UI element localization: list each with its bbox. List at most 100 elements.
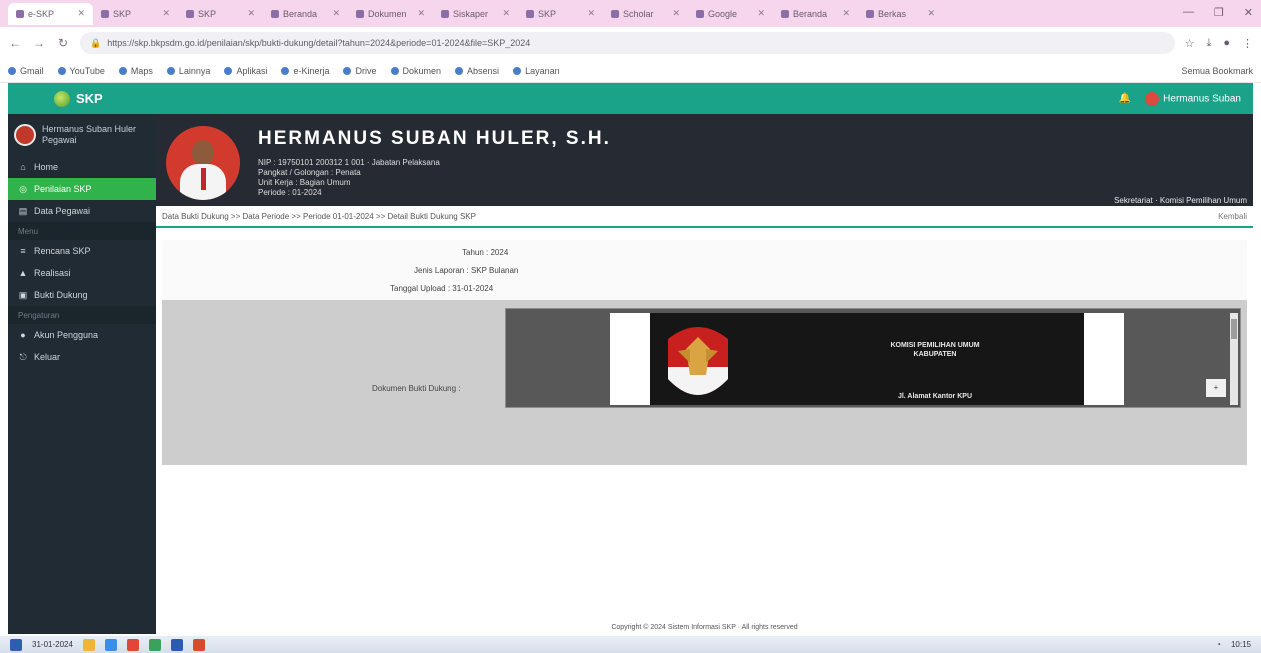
browser-tab[interactable]: e-SKP ✕ [8,2,93,25]
sidebar-user-panel: Hermanus Suban Huler Pegawai [8,114,156,156]
chrome-icon[interactable] [126,638,139,651]
menu-icon[interactable]: ⋮ [1242,37,1253,50]
bookmark-icon [513,66,522,75]
detail-info: Tahun : 2024 Jenis Laporan : SKP Bulanan… [162,240,1247,300]
header-user-menu[interactable]: Hermanus Suban [1145,91,1241,106]
profile-office: Sekretariat · Komisi Pemilihan Umum [1114,196,1247,205]
start-icon[interactable] [10,638,22,651]
browser-tab[interactable]: Google ✕ [688,3,773,25]
close-tab-icon[interactable]: ✕ [77,8,85,19]
edge-icon[interactable] [104,638,117,651]
garuda-emblem-icon [668,327,728,395]
tab-favicon-icon [16,9,24,18]
window-controls: — ❐ ✕ [1183,6,1253,19]
back-icon[interactable]: ← [8,36,22,50]
browser-tab[interactable]: Dokumen ✕ [348,3,433,25]
profile-banner: HERMANUS SUBAN HULER, S.H. NIP : 1975010… [156,114,1253,206]
sidebar-item-keluar[interactable]: ⎋ Keluar [8,346,156,368]
bookmark-item[interactable]: Gmail [8,66,44,76]
all-bookmarks[interactable]: Semua Bookmark [1181,66,1253,76]
sidebar-user-role: Pegawai [42,135,77,145]
taskbar-clock[interactable]: 10:15 [1231,640,1251,649]
sidebar-avatar [14,124,36,146]
header-user-name: Hermanus Suban [1163,93,1241,105]
sidebar-item-penilaian[interactable]: ◎ Penilaian SKP [8,178,156,200]
close-tab-icon[interactable]: ✕ [162,8,170,19]
url-input[interactable]: 🔒 https://skp.bkpsdm.go.id/penilaian/skp… [80,32,1175,54]
tab-favicon-icon [186,9,194,18]
info-row: Jenis Laporan : SKP Bulanan [414,266,519,275]
close-tab-icon[interactable]: ✕ [332,8,340,19]
close-window-icon[interactable]: ✕ [1244,6,1253,19]
powerpoint-icon[interactable] [192,638,205,651]
bookmark-star-icon[interactable]: ☆ [1185,37,1195,50]
sidebar-item-bukti-dukung[interactable]: ▣ Bukti Dukung [8,284,156,306]
sidebar-item-home[interactable]: ⌂ Home [8,156,156,178]
browser-tab[interactable]: SKP ✕ [93,3,178,25]
bookmark-item[interactable]: e-Kinerja [281,66,329,76]
list-icon: ▤ [18,205,28,216]
bookmark-icon [8,66,16,75]
menu-lines-icon: ≡ [20,246,26,256]
reload-icon[interactable]: ↻ [56,36,70,50]
bookmark-icon [455,66,464,75]
browser-tab[interactable]: SKP ✕ [178,3,263,25]
logout-icon: ⎋ [19,351,27,362]
pdf-scrollbar[interactable] [1230,313,1238,405]
word-icon[interactable] [170,638,183,651]
breadcrumb-path[interactable]: Data Bukti Dukung >> Data Periode >> Per… [162,212,476,221]
notification-bell-icon[interactable]: 🔔 [1119,93,1131,104]
excel-icon[interactable] [148,638,161,651]
sidebar-item-akun[interactable]: ● Akun Pengguna [8,324,156,346]
browser-tab[interactable]: SKP ✕ [518,3,603,25]
bookmark-item[interactable]: Lainnya [166,66,210,76]
bookmark-item[interactable]: YouTube [57,66,105,76]
app-brand-name: SKP [76,91,103,106]
download-icon[interactable]: ⤓ [1206,37,1211,50]
bookmark-item[interactable]: Drive [343,66,377,76]
minimize-icon[interactable]: — [1183,6,1194,19]
bookmark-item[interactable]: Dokumen [390,66,441,76]
close-tab-icon[interactable]: ✕ [502,8,510,19]
bookmark-item[interactable]: Maps [118,66,153,76]
browser-tab[interactable]: Scholar ✕ [603,3,688,25]
bookmark-item[interactable]: Aplikasi [224,66,267,76]
network-icon[interactable]: ◔ [1216,640,1221,649]
browser-tab[interactable]: Berkas ✕ [858,3,943,25]
browser-tab[interactable]: Beranda ✕ [773,3,858,25]
back-link[interactable]: Kembali [1218,212,1247,221]
tab-favicon-icon [781,9,789,18]
bookmark-icon [224,66,233,75]
pdf-page: KOMISI PEMILIHAN UMUM KABUPATEN Jl. Alam… [650,313,1084,405]
app-brand[interactable]: SKP [20,90,103,107]
maximize-icon[interactable]: ❐ [1214,6,1224,19]
bookmarks-bar: Gmail YouTube Maps Lainnya Aplikasi e-Ki… [0,59,1261,83]
app-logo-icon [54,90,70,107]
forward-icon[interactable]: → [32,36,46,50]
sidebar-item-rencana[interactable]: ≡ Rencana SKP [8,240,156,262]
folder-icon[interactable] [82,638,95,651]
bookmark-item[interactable]: Layanan [513,66,560,76]
address-bar-actions: ☆ ⤓ ● ⋮ [1185,37,1253,50]
app-header: SKP 🔔 Hermanus Suban [8,83,1253,114]
sidebar-item-realisasi[interactable]: ▲ Realisasi [8,262,156,284]
bookmark-icon [118,66,127,75]
document-icon: ▣ [18,289,28,300]
close-tab-icon[interactable]: ✕ [417,8,425,19]
close-tab-icon[interactable]: ✕ [842,8,850,19]
pdf-viewer[interactable]: KOMISI PEMILIHAN UMUM KABUPATEN Jl. Alam… [505,308,1241,408]
close-tab-icon[interactable]: ✕ [757,8,765,19]
close-tab-icon[interactable]: ✕ [247,8,255,19]
browser-tab[interactable]: Beranda ✕ [263,3,348,25]
close-tab-icon[interactable]: ✕ [587,8,595,19]
bookmark-item[interactable]: Absensi [455,66,499,76]
document-title: KOMISI PEMILIHAN UMUM KABUPATEN [890,342,980,358]
sidebar-item-data-pegawai[interactable]: ▤ Data Pegawai [8,200,156,222]
pdf-zoom-button[interactable]: + [1206,379,1226,397]
browser-tab[interactable]: Siskaper ✕ [433,3,518,25]
profile-icon[interactable]: ● [1223,37,1230,50]
bookmark-icon [57,66,66,75]
close-tab-icon[interactable]: ✕ [927,8,935,19]
info-row: Tanggal Upload : 31-01-2024 [390,284,494,293]
close-tab-icon[interactable]: ✕ [672,8,680,19]
